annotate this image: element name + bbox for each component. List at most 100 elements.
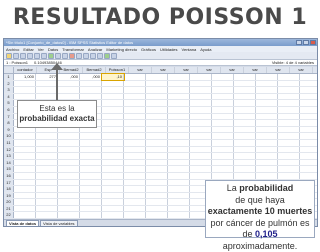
table-cell[interactable] bbox=[36, 206, 58, 212]
table-cell[interactable] bbox=[146, 94, 168, 100]
insert-variable-icon[interactable] bbox=[83, 53, 89, 59]
table-cell[interactable] bbox=[102, 94, 124, 100]
table-cell[interactable] bbox=[212, 120, 234, 126]
print-icon[interactable] bbox=[20, 53, 26, 59]
table-cell[interactable] bbox=[80, 166, 102, 172]
row-number[interactable]: 10 bbox=[4, 133, 14, 139]
table-cell[interactable] bbox=[102, 180, 124, 186]
table-cell[interactable] bbox=[80, 81, 102, 87]
table-cell[interactable]: ,000 bbox=[58, 74, 80, 80]
value-labels-icon[interactable] bbox=[111, 53, 117, 59]
table-cell[interactable] bbox=[278, 114, 300, 120]
table-cell[interactable] bbox=[58, 212, 80, 218]
table-cell[interactable] bbox=[168, 107, 190, 113]
table-cell[interactable] bbox=[168, 133, 190, 139]
table-cell[interactable] bbox=[146, 193, 168, 199]
table-cell[interactable] bbox=[36, 147, 58, 153]
table-cell[interactable] bbox=[36, 133, 58, 139]
table-cell[interactable] bbox=[256, 87, 278, 93]
table-cell[interactable] bbox=[146, 81, 168, 87]
table-cell[interactable] bbox=[256, 114, 278, 120]
table-cell[interactable] bbox=[278, 147, 300, 153]
table-cell[interactable] bbox=[102, 153, 124, 159]
row-number[interactable]: 1 bbox=[4, 74, 14, 80]
table-cell[interactable] bbox=[256, 120, 278, 126]
row-number[interactable]: 9 bbox=[4, 127, 14, 133]
table-cell[interactable] bbox=[14, 94, 36, 100]
table-cell[interactable] bbox=[212, 147, 234, 153]
table-cell[interactable] bbox=[234, 81, 256, 87]
table-cell[interactable] bbox=[190, 81, 212, 87]
table-cell[interactable] bbox=[168, 114, 190, 120]
table-cell[interactable] bbox=[168, 199, 190, 205]
table-cell[interactable] bbox=[58, 153, 80, 159]
table-cell[interactable] bbox=[80, 186, 102, 192]
table-cell[interactable] bbox=[278, 153, 300, 159]
table-cell[interactable] bbox=[146, 87, 168, 93]
table-cell[interactable] bbox=[190, 87, 212, 93]
table-cell[interactable] bbox=[58, 193, 80, 199]
table-cell[interactable] bbox=[256, 133, 278, 139]
goto-case-icon[interactable] bbox=[48, 53, 54, 59]
table-cell[interactable] bbox=[14, 180, 36, 186]
table-cell[interactable] bbox=[256, 127, 278, 133]
menu-ver[interactable]: Ver bbox=[38, 47, 44, 52]
table-cell[interactable] bbox=[102, 107, 124, 113]
table-cell[interactable] bbox=[36, 94, 58, 100]
column-header[interactable]: var bbox=[129, 67, 152, 73]
table-cell[interactable] bbox=[146, 140, 168, 146]
table-cell[interactable] bbox=[124, 133, 146, 139]
table-cell[interactable] bbox=[102, 120, 124, 126]
table-cell[interactable] bbox=[234, 74, 256, 80]
table-cell[interactable] bbox=[80, 147, 102, 153]
column-header[interactable]: var bbox=[290, 67, 313, 73]
table-cell[interactable] bbox=[146, 100, 168, 106]
table-cell[interactable] bbox=[124, 74, 146, 80]
table-cell[interactable] bbox=[278, 160, 300, 166]
column-header[interactable]: Bernad2 bbox=[60, 67, 83, 73]
row-number[interactable]: 15 bbox=[4, 166, 14, 172]
table-cell[interactable] bbox=[124, 100, 146, 106]
table-cell[interactable] bbox=[234, 153, 256, 159]
column-header[interactable]: var bbox=[152, 67, 175, 73]
table-cell[interactable] bbox=[234, 120, 256, 126]
menu-marketing[interactable]: Marketing directo bbox=[106, 47, 137, 52]
column-header[interactable]: contador bbox=[14, 67, 37, 73]
table-cell[interactable] bbox=[58, 206, 80, 212]
table-cell[interactable] bbox=[80, 153, 102, 159]
table-cell[interactable] bbox=[146, 199, 168, 205]
table-cell[interactable] bbox=[36, 173, 58, 179]
table-cell[interactable] bbox=[36, 212, 58, 218]
row-number[interactable]: 21 bbox=[4, 206, 14, 212]
table-cell[interactable] bbox=[278, 173, 300, 179]
cell-value-field[interactable]: 0.10493850446 bbox=[34, 60, 62, 65]
table-cell[interactable] bbox=[278, 94, 300, 100]
table-cell[interactable] bbox=[212, 166, 234, 172]
column-header[interactable]: Poisson1 bbox=[106, 67, 129, 73]
menu-analizar[interactable]: Analizar bbox=[88, 47, 102, 52]
column-header[interactable]: var bbox=[221, 67, 244, 73]
table-cell[interactable] bbox=[212, 133, 234, 139]
table-cell[interactable] bbox=[256, 81, 278, 87]
table-cell[interactable] bbox=[168, 206, 190, 212]
table-cell[interactable] bbox=[124, 94, 146, 100]
table-cell[interactable] bbox=[58, 160, 80, 166]
table-cell[interactable] bbox=[190, 173, 212, 179]
table-cell[interactable] bbox=[124, 180, 146, 186]
redo-icon[interactable] bbox=[41, 53, 47, 59]
table-cell[interactable] bbox=[146, 120, 168, 126]
column-header[interactable]: var bbox=[267, 67, 290, 73]
table-cell[interactable] bbox=[14, 193, 36, 199]
row-number[interactable]: 4 bbox=[4, 94, 14, 100]
table-cell[interactable] bbox=[278, 100, 300, 106]
menu-datos[interactable]: Datos bbox=[48, 47, 58, 52]
table-cell[interactable] bbox=[168, 127, 190, 133]
table-cell[interactable] bbox=[212, 160, 234, 166]
table-cell[interactable] bbox=[190, 160, 212, 166]
column-header[interactable]: var bbox=[198, 67, 221, 73]
table-cell[interactable] bbox=[102, 166, 124, 172]
table-cell[interactable] bbox=[146, 133, 168, 139]
table-cell[interactable] bbox=[102, 114, 124, 120]
row-number[interactable]: 18 bbox=[4, 186, 14, 192]
table-cell[interactable] bbox=[212, 173, 234, 179]
